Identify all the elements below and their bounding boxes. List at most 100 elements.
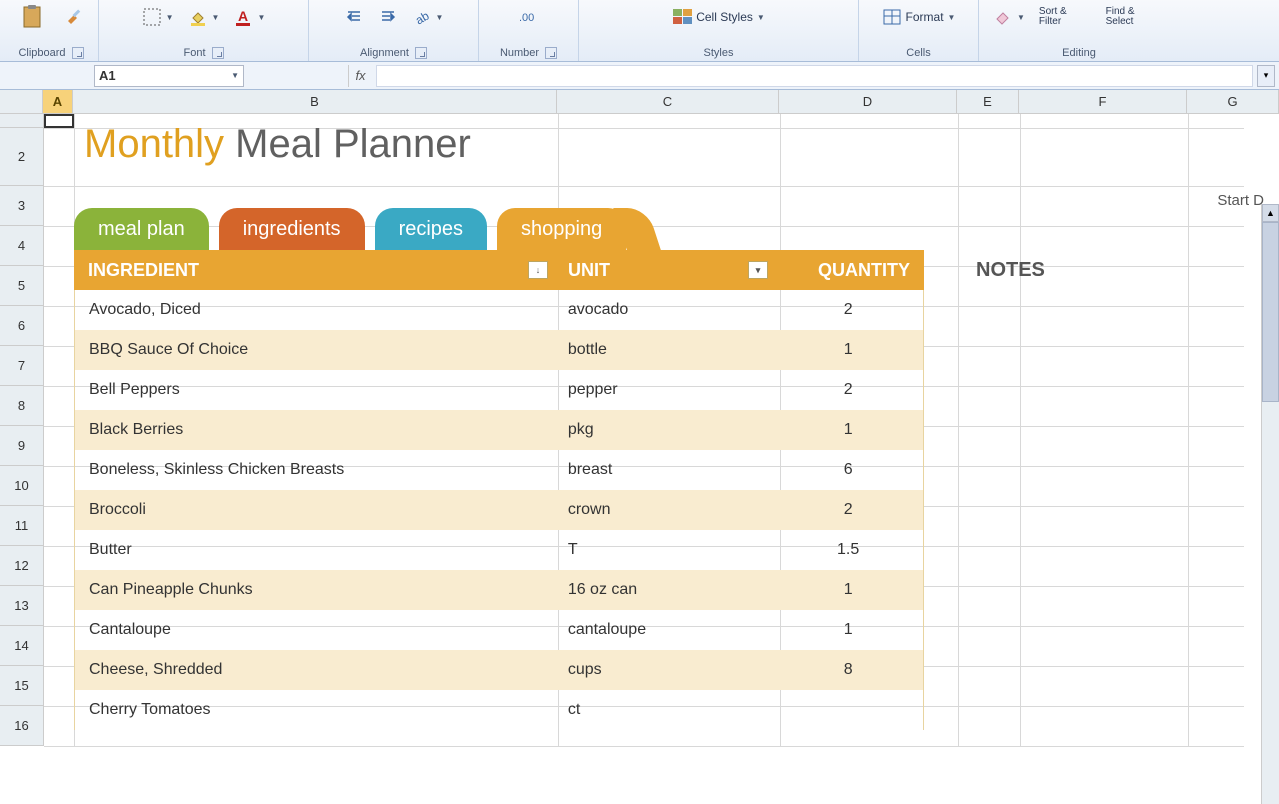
table-row[interactable]: Cheese, Shreddedcups8 [74, 650, 924, 690]
column-header-e[interactable]: E [957, 90, 1019, 114]
table-row[interactable]: ButterT1.5 [74, 530, 924, 570]
cell-ingredient[interactable]: Cheese, Shredded [75, 661, 554, 679]
sheet-content[interactable]: Monthly Meal Planner Start D meal planin… [44, 114, 1244, 746]
find-select-button[interactable]: Find & Select [1102, 5, 1169, 29]
row-header-2[interactable]: 2 [0, 128, 44, 186]
name-box-input[interactable] [99, 68, 199, 83]
row-header-10[interactable]: 10 [0, 466, 44, 506]
format-painter-button[interactable] [60, 5, 88, 29]
cell-styles-button[interactable]: Cell Styles ▼ [668, 5, 769, 29]
cell-quantity[interactable]: 1 [773, 421, 923, 439]
number-dialog-launcher[interactable] [545, 47, 557, 59]
table-row[interactable]: Can Pineapple Chunks16 oz can1 [74, 570, 924, 610]
row-header-3[interactable]: 3 [0, 186, 44, 226]
fill-color-button[interactable]: ▼ [184, 5, 224, 29]
cell-ingredient[interactable]: Avocado, Diced [75, 301, 554, 319]
scroll-up-button[interactable]: ▲ [1262, 204, 1279, 222]
cell-quantity[interactable]: 1 [773, 581, 923, 599]
cell-unit[interactable]: avocado [554, 301, 774, 319]
select-all-corner[interactable] [0, 90, 43, 114]
table-row[interactable]: Cantaloupecantaloupe1 [74, 610, 924, 650]
column-header-f[interactable]: F [1019, 90, 1187, 114]
row-header-11[interactable]: 11 [0, 506, 44, 546]
tab-shopping[interactable]: shopping [497, 208, 626, 250]
table-row[interactable]: Cherry Tomatoesct [74, 690, 924, 730]
row-header-9[interactable]: 9 [0, 426, 44, 466]
cell-unit[interactable]: ct [554, 701, 774, 719]
font-color-button[interactable]: A ▼ [229, 5, 269, 29]
row-header-13[interactable]: 13 [0, 586, 44, 626]
fx-button[interactable]: fx [348, 65, 372, 87]
chevron-down-icon[interactable]: ▼ [231, 71, 239, 80]
indent-increase-button[interactable] [374, 5, 402, 29]
cell-ingredient[interactable]: BBQ Sauce Of Choice [75, 341, 554, 359]
cell-unit[interactable]: 16 oz can [554, 581, 774, 599]
cell-ingredient[interactable]: Boneless, Skinless Chicken Breasts [75, 461, 554, 479]
row-header-15[interactable]: 15 [0, 666, 44, 706]
paste-button[interactable] [14, 2, 54, 32]
name-box[interactable]: ▼ [94, 65, 244, 87]
cell-ingredient[interactable]: Bell Peppers [75, 381, 554, 399]
cell-unit[interactable]: T [554, 541, 774, 559]
cell-unit[interactable]: cups [554, 661, 774, 679]
column-header-g[interactable]: G [1187, 90, 1279, 114]
table-row[interactable]: Avocado, Dicedavocado2 [74, 290, 924, 330]
cell-quantity[interactable]: 8 [773, 661, 923, 679]
cell-ingredient[interactable]: Can Pineapple Chunks [75, 581, 554, 599]
table-row[interactable]: Bell Pepperspepper2 [74, 370, 924, 410]
cell-unit[interactable]: crown [554, 501, 774, 519]
filter-button-ingredient[interactable]: ↓ [528, 261, 548, 279]
table-row[interactable]: BBQ Sauce Of Choicebottle1 [74, 330, 924, 370]
sort-filter-button[interactable]: Sort & Filter [1035, 5, 1096, 29]
table-row[interactable]: Boneless, Skinless Chicken Breastsbreast… [74, 450, 924, 490]
row-header-1[interactable] [0, 114, 44, 128]
formula-input[interactable] [376, 65, 1253, 87]
tab-mealplan[interactable]: meal plan [74, 208, 209, 250]
format-button[interactable]: Format ▼ [878, 5, 960, 29]
filter-button-unit[interactable]: ▾ [748, 261, 768, 279]
row-header-12[interactable]: 12 [0, 546, 44, 586]
clipboard-dialog-launcher[interactable] [72, 47, 84, 59]
cell-ingredient[interactable]: Butter [75, 541, 554, 559]
row-header-4[interactable]: 4 [0, 226, 44, 266]
indent-decrease-button[interactable] [340, 5, 368, 29]
table-row[interactable]: Black Berriespkg1 [74, 410, 924, 450]
cell-unit[interactable]: breast [554, 461, 774, 479]
border-button[interactable]: ▼ [138, 5, 178, 29]
cell-ingredient[interactable]: Cantaloupe [75, 621, 554, 639]
tab-ingredients[interactable]: ingredients [219, 208, 365, 250]
cell-ingredient[interactable]: Black Berries [75, 421, 554, 439]
column-header-c[interactable]: C [557, 90, 779, 114]
cell-quantity[interactable]: 1.5 [773, 541, 923, 559]
alignment-dialog-launcher[interactable] [415, 47, 427, 59]
row-header-8[interactable]: 8 [0, 386, 44, 426]
row-header-16[interactable]: 16 [0, 706, 44, 746]
clear-button[interactable]: ▼ [989, 5, 1029, 29]
cell-unit[interactable]: pkg [554, 421, 774, 439]
orientation-button[interactable]: ab ▼ [408, 5, 448, 29]
decimal-increase-button[interactable]: .00 [515, 5, 543, 29]
cell-quantity[interactable]: 1 [773, 621, 923, 639]
cell-quantity[interactable]: 1 [773, 341, 923, 359]
row-header-6[interactable]: 6 [0, 306, 44, 346]
vertical-scrollbar[interactable]: ▲ [1261, 204, 1279, 804]
scroll-thumb[interactable] [1262, 222, 1279, 402]
cell-unit[interactable]: bottle [554, 341, 774, 359]
cell-quantity[interactable]: 2 [773, 501, 923, 519]
table-row[interactable]: Broccolicrown2 [74, 490, 924, 530]
formula-expand-button[interactable]: ▾ [1257, 65, 1275, 87]
cell-unit[interactable]: cantaloupe [554, 621, 774, 639]
column-header-a[interactable]: A [43, 90, 73, 114]
row-header-7[interactable]: 7 [0, 346, 44, 386]
column-header-b[interactable]: B [73, 90, 557, 114]
cell-quantity[interactable]: 2 [773, 381, 923, 399]
cell-quantity[interactable]: 6 [773, 461, 923, 479]
row-header-5[interactable]: 5 [0, 266, 44, 306]
font-dialog-launcher[interactable] [212, 47, 224, 59]
column-header-d[interactable]: D [779, 90, 957, 114]
cell-ingredient[interactable]: Broccoli [75, 501, 554, 519]
cell-quantity[interactable]: 2 [773, 301, 923, 319]
cell-unit[interactable]: pepper [554, 381, 774, 399]
tab-recipes[interactable]: recipes [375, 208, 487, 250]
row-header-14[interactable]: 14 [0, 626, 44, 666]
